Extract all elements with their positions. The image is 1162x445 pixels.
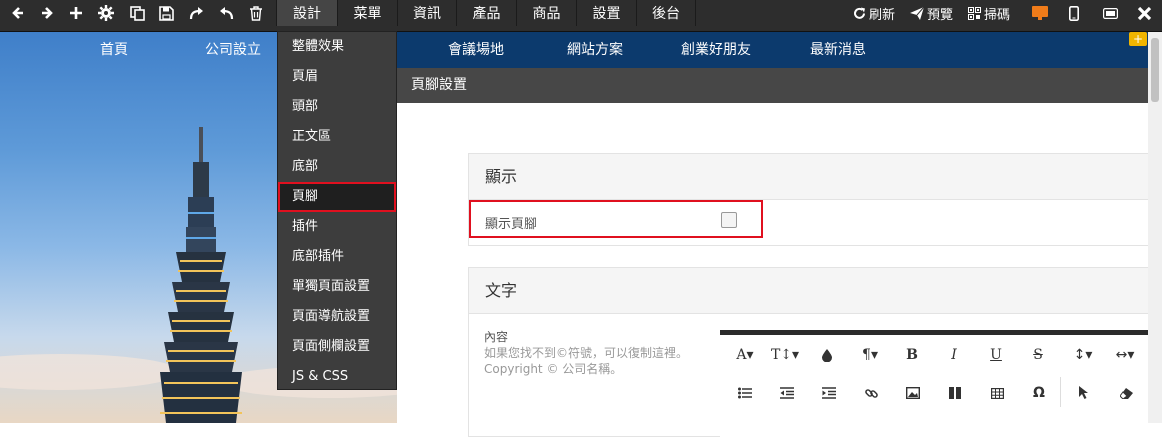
- undo-icon[interactable]: [213, 0, 239, 26]
- select-button[interactable]: [1071, 381, 1097, 405]
- content-hint: 如果您找不到©符號，可以復制這裡。Copyright © 公司名稱。: [484, 346, 689, 376]
- footer-settings-panel: 頁腳設置 顯示 顯示頁腳 文字 內容 如果您找不到©符號，可以復制這裡。Copy…: [397, 68, 1162, 445]
- dd-body-area[interactable]: 正文區: [278, 122, 396, 152]
- special-chars-button[interactable]: Ω: [1026, 381, 1052, 405]
- rich-text-editor-toolbar: A▾ T↕▾ ¶▾ B I U S ↕▾ ↔▾ Ω: [720, 330, 1162, 445]
- clear-format-button[interactable]: [1113, 381, 1139, 405]
- menu-info[interactable]: 資訊: [397, 0, 456, 26]
- text-color-button[interactable]: [814, 343, 840, 367]
- site-nav-left: 首頁 公司設立: [0, 32, 276, 68]
- qrcode-icon: [968, 6, 981, 20]
- menu-goods[interactable]: 商品: [516, 0, 576, 26]
- panel-title: 頁腳設置: [397, 68, 1162, 103]
- paragraph-style-button[interactable]: ¶▾: [857, 343, 883, 367]
- menu-settings[interactable]: 設置: [576, 0, 636, 26]
- display-section: 顯示 顯示頁腳: [468, 153, 1162, 246]
- top-toolbar: 設計 菜單 資訊 產品 商品 設置 後台 刷新 預覽 掃碼: [0, 0, 1162, 32]
- tablet-view-icon[interactable]: [1097, 0, 1123, 26]
- strikethrough-button[interactable]: S: [1025, 343, 1051, 367]
- dd-single-page-settings[interactable]: 單獨頁面設置: [278, 272, 396, 302]
- bold-button[interactable]: B: [899, 343, 925, 367]
- line-height-button[interactable]: ↕▾: [1070, 343, 1096, 367]
- add-icon[interactable]: [63, 0, 89, 26]
- content-label: 內容: [484, 330, 509, 344]
- preview-button[interactable]: 預覽: [910, 0, 953, 26]
- video-button[interactable]: [942, 381, 968, 405]
- scrollbar-thumb[interactable]: [1151, 38, 1159, 102]
- menu-backend[interactable]: 後台: [636, 0, 696, 26]
- text-section-heading: 文字: [469, 268, 1162, 314]
- paper-plane-icon: [910, 6, 924, 20]
- dd-page-nav-settings[interactable]: 頁面導航設置: [278, 302, 396, 332]
- redo-icon[interactable]: [183, 0, 209, 26]
- dd-page-sidebar-settings[interactable]: 頁面側欄設置: [278, 332, 396, 362]
- letter-spacing-button[interactable]: ↔▾: [1112, 343, 1138, 367]
- back-arrow-icon[interactable]: [5, 0, 31, 26]
- link-icon: [864, 388, 878, 398]
- outdent-icon: [780, 387, 794, 399]
- save-icon[interactable]: [153, 0, 179, 26]
- italic-button[interactable]: I: [941, 343, 967, 367]
- site-nav-news[interactable]: 最新消息: [810, 32, 866, 68]
- menu-menu[interactable]: 菜單: [337, 0, 397, 26]
- content-label-block: 內容 如果您找不到©符號，可以復制這裡。Copyright © 公司名稱。: [484, 329, 714, 377]
- scrollbar[interactable]: [1148, 32, 1162, 423]
- bullet-list-button[interactable]: [732, 381, 758, 405]
- design-dropdown-menu: 整體效果 頁眉 頭部 正文區 底部 頁腳 插件 底部插件 單獨頁面設置 頁面導航…: [277, 31, 397, 390]
- underline-button[interactable]: U: [983, 343, 1009, 367]
- dd-bottom-plugins[interactable]: 底部插件: [278, 242, 396, 272]
- font-size-button[interactable]: T↕▾: [771, 343, 799, 367]
- mobile-view-icon[interactable]: [1061, 0, 1087, 26]
- toolbar-divider: [1060, 377, 1061, 407]
- dd-footer[interactable]: 頁腳: [278, 182, 396, 212]
- text-section: 文字 內容 如果您找不到©符號，可以復制這裡。Copyright © 公司名稱。…: [468, 267, 1162, 445]
- site-nav-meeting[interactable]: 會議場地: [448, 32, 504, 68]
- dd-header-bar[interactable]: 頁眉: [278, 62, 396, 92]
- indent-button[interactable]: [816, 381, 842, 405]
- copy-icon[interactable]: [124, 0, 150, 26]
- table-icon: [990, 387, 1004, 399]
- dd-plugins[interactable]: 插件: [278, 212, 396, 242]
- list-icon: [738, 387, 752, 399]
- scan-button[interactable]: 掃碼: [968, 0, 1010, 26]
- refresh-icon: [853, 7, 866, 20]
- desktop-view-icon[interactable]: [1027, 0, 1053, 26]
- image-icon: [906, 387, 920, 399]
- menu-products[interactable]: 產品: [456, 0, 516, 26]
- show-footer-row: 顯示頁腳: [469, 200, 763, 238]
- site-nav-company[interactable]: 公司設立: [205, 32, 261, 68]
- cursor-icon: [1079, 386, 1088, 399]
- refresh-label: 刷新: [869, 7, 896, 23]
- site-nav-right: 會議場地 網站方案 創業好朋友 最新消息: [397, 32, 1162, 68]
- outdent-button[interactable]: [774, 381, 800, 405]
- site-nav-home[interactable]: 首頁: [100, 32, 128, 68]
- dd-bottom[interactable]: 底部: [278, 152, 396, 182]
- site-nav-friends[interactable]: 創業好朋友: [681, 32, 751, 68]
- link-button[interactable]: [858, 381, 884, 405]
- eraser-icon: [1119, 387, 1133, 399]
- font-family-button[interactable]: A▾: [732, 343, 758, 367]
- image-button[interactable]: [900, 381, 926, 405]
- refresh-button[interactable]: 刷新: [853, 0, 895, 26]
- add-badge[interactable]: +: [1129, 32, 1147, 46]
- menu-design[interactable]: 設計: [276, 0, 337, 26]
- show-footer-checkbox[interactable]: [721, 212, 737, 228]
- indent-icon: [822, 387, 836, 399]
- columns-icon: [949, 387, 961, 399]
- droplet-icon: [822, 348, 832, 362]
- trash-icon[interactable]: [243, 0, 269, 26]
- display-section-heading: 顯示: [469, 154, 1162, 200]
- close-icon[interactable]: [1131, 0, 1157, 26]
- dd-js-css[interactable]: JS & CSS: [278, 362, 396, 392]
- preview-label: 預覽: [927, 7, 954, 23]
- show-footer-label: 顯示頁腳: [485, 217, 538, 232]
- table-button[interactable]: [984, 381, 1010, 405]
- forward-arrow-icon[interactable]: [34, 0, 60, 26]
- gear-icon[interactable]: [93, 0, 119, 26]
- dd-head[interactable]: 頭部: [278, 92, 396, 122]
- site-nav-plans[interactable]: 網站方案: [567, 32, 623, 68]
- dd-overall-effect[interactable]: 整體效果: [278, 32, 396, 62]
- scan-label: 掃碼: [984, 7, 1011, 23]
